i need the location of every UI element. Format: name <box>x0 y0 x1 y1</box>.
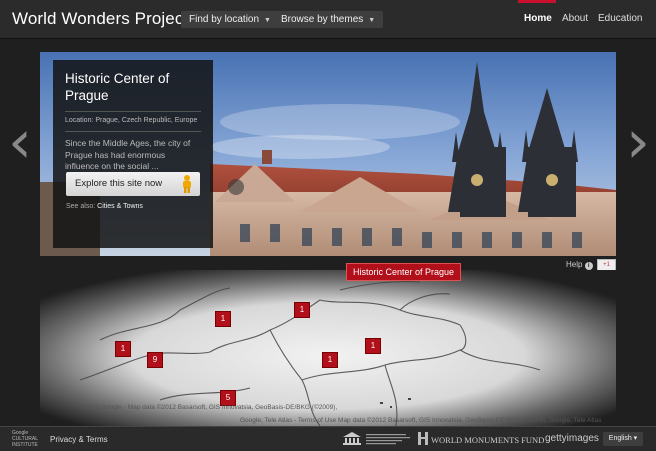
find-by-location-dropdown[interactable]: Find by location ▼ <box>181 11 279 28</box>
nav-education[interactable]: Education <box>598 13 642 24</box>
divider <box>65 111 201 112</box>
top-bar: World Wonders Project Find by location ▼ … <box>0 0 656 39</box>
explore-site-button[interactable]: Explore this site now <box>66 172 200 196</box>
google-cultural-institute-logo[interactable]: Google CULTURAL INSTITUTE <box>12 430 38 448</box>
help-link[interactable]: Help i <box>566 260 593 270</box>
chevron-left-icon[interactable]: ‹ <box>8 112 32 172</box>
chevron-down-icon: ▼ <box>264 17 271 24</box>
browse-by-themes-dropdown[interactable]: Browse by themes ▼ <box>273 11 384 28</box>
nav-about[interactable]: About <box>562 13 588 24</box>
chevron-right-icon[interactable]: › <box>626 112 650 172</box>
site-logo[interactable]: World Wonders Project <box>12 9 188 29</box>
browse-by-themes-label: Browse by themes <box>281 14 364 25</box>
map-marker-prague[interactable]: 1 <box>365 338 381 354</box>
help-label: Help <box>566 260 583 269</box>
pegman-icon <box>183 175 191 193</box>
map-marker[interactable]: 1 <box>294 302 310 318</box>
getty-images-logo[interactable]: gettyimages <box>545 433 599 444</box>
see-also-prefix: See also: <box>66 203 98 210</box>
divider <box>65 131 201 132</box>
wmf-logo[interactable]: WORLD MONUMENTS FUND <box>431 435 544 445</box>
language-select[interactable]: English ▾ <box>603 432 643 446</box>
map-marker[interactable]: 9 <box>147 352 163 368</box>
explore-site-label: Explore this site now <box>75 178 163 189</box>
footer: Google CULTURAL INSTITUTE Privacy & Term… <box>0 426 656 451</box>
site-description: Since the Middle Ages, the city of Pragu… <box>65 138 191 171</box>
map-copyright: ©2012 Google - Map data ©2012 Basarsoft,… <box>80 404 338 411</box>
active-nav-indicator <box>518 0 556 3</box>
see-also-link[interactable]: Cities & Towns <box>97 203 143 210</box>
unesco-logo-icon[interactable] <box>343 432 361 445</box>
info-icon: i <box>584 262 593 270</box>
wmf-logo-icon <box>418 432 428 445</box>
map-marker[interactable]: 1 <box>215 311 231 327</box>
privacy-terms-link[interactable]: Privacy & Terms <box>50 435 108 444</box>
site-title: Historic Center of Prague <box>65 71 170 103</box>
gci-line: INSTITUTE <box>12 442 38 448</box>
unesco-text <box>366 432 410 445</box>
map-marker[interactable]: 1 <box>322 352 338 368</box>
chevron-down-icon: ▼ <box>368 17 376 24</box>
see-also: See also: Cities & Towns <box>66 203 143 210</box>
selected-site-map-label[interactable]: Historic Center of Prague <box>346 263 462 281</box>
location-map[interactable]: 1 1 1 1 9 1 5 <box>40 270 616 426</box>
site-location: Location: Prague, Czech Republic, Europe <box>65 117 198 124</box>
site-info-panel: Historic Center of Prague Location: Prag… <box>53 60 213 248</box>
map-marker[interactable]: 1 <box>115 341 131 357</box>
nav-home[interactable]: Home <box>524 13 552 24</box>
map-copyright-terms: Google, Tele Atlas - Terms of Use Map da… <box>240 417 602 424</box>
find-by-location-label: Find by location <box>189 14 260 25</box>
